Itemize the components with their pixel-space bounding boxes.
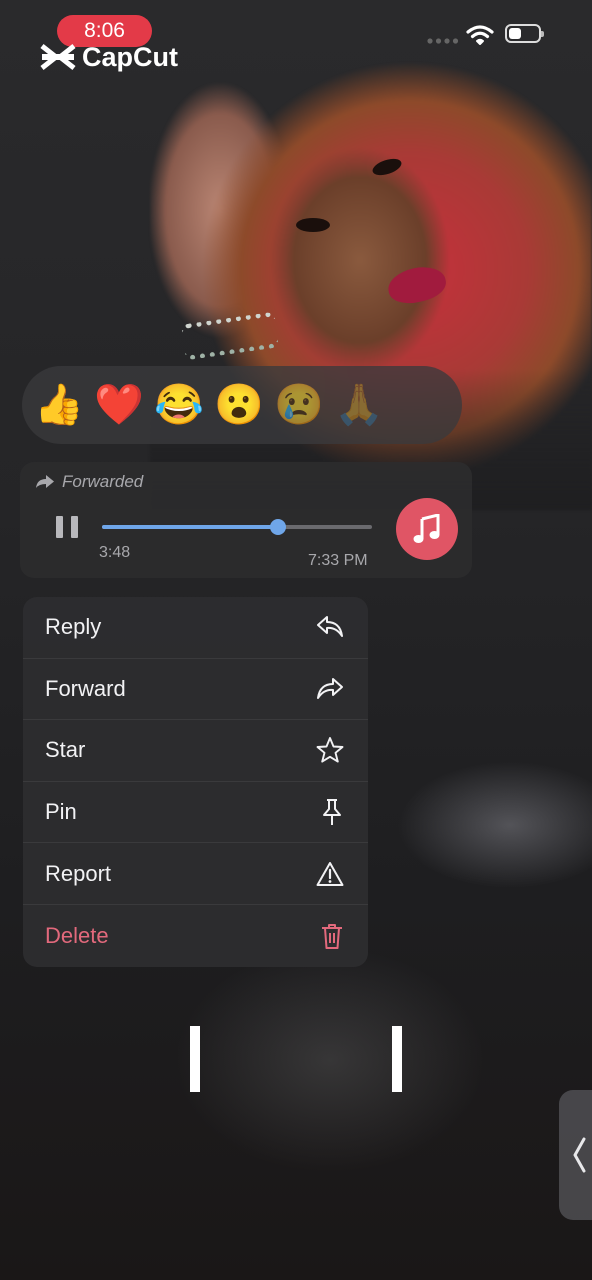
capcut-watermark: CapCut <box>40 42 178 72</box>
menu-item-label: Report <box>45 860 112 886</box>
pin-icon <box>323 799 341 826</box>
pause-icon[interactable] <box>56 516 78 538</box>
menu-item-delete[interactable]: Delete <box>23 905 368 967</box>
menu-item-reply[interactable]: Reply <box>23 597 368 659</box>
music-note-icon <box>413 514 440 543</box>
menu-item-star[interactable]: Star <box>23 720 368 782</box>
reaction-red-heart[interactable]: ❤️ <box>94 385 144 425</box>
audio-duration: 3:48 <box>99 544 131 561</box>
signal-dots-icon <box>427 38 459 44</box>
menu-item-label: Pin <box>45 799 77 825</box>
capcut-logo-icon <box>40 44 76 70</box>
forwarded-arrow-icon <box>36 475 54 488</box>
reaction-tears-of-joy[interactable]: 😂 <box>154 385 204 425</box>
side-panel-handle[interactable] <box>559 1090 592 1220</box>
screen: 8:06 CapCut 👍 ❤️ 😂 😮 😢 🙏 Forwarded 3:48 … <box>0 0 592 1280</box>
menu-item-label: Star <box>45 737 86 763</box>
reply-icon <box>317 616 343 638</box>
forwarded-label: Forwarded <box>62 472 144 491</box>
battery-icon <box>505 24 544 43</box>
reaction-thumbs-up[interactable]: 👍 <box>34 385 84 425</box>
trash-icon <box>322 923 342 949</box>
reaction-folded-hands[interactable]: 🙏 <box>334 385 384 425</box>
reaction-surprised[interactable]: 😮 <box>214 385 264 425</box>
watermark-text: CapCut <box>82 41 178 72</box>
menu-item-label: Forward <box>45 675 126 701</box>
audio-progress-slider[interactable] <box>102 519 372 535</box>
message-timestamp: 7:33 PM <box>308 552 368 569</box>
wifi-icon <box>466 25 494 45</box>
reaction-crying[interactable]: 😢 <box>274 385 324 425</box>
message-context-menu: Reply Forward Star Pin Report Delete <box>23 597 368 967</box>
warning-icon <box>316 861 344 886</box>
chevron-left-icon <box>573 1137 586 1173</box>
forwarded-indicator: Forwarded <box>36 472 143 492</box>
menu-item-forward[interactable]: Forward <box>23 659 368 721</box>
star-icon <box>316 737 344 764</box>
video-overlay-bar-left <box>190 1026 200 1092</box>
reaction-bar: 👍 ❤️ 😂 😮 😢 🙏 <box>22 366 462 444</box>
background-photo-detail <box>296 218 330 232</box>
audio-progress-knob[interactable] <box>269 519 286 535</box>
menu-item-report[interactable]: Report <box>23 843 368 905</box>
video-overlay-bar-right <box>392 1026 402 1092</box>
voice-message-bubble[interactable]: Forwarded 3:48 7:33 PM <box>20 462 472 578</box>
music-note-button[interactable] <box>396 498 458 560</box>
menu-item-label: Reply <box>45 614 102 640</box>
menu-item-pin[interactable]: Pin <box>23 782 368 844</box>
menu-item-label: Delete <box>45 922 109 948</box>
audio-progress-fill <box>102 525 278 529</box>
forward-icon <box>317 677 343 699</box>
